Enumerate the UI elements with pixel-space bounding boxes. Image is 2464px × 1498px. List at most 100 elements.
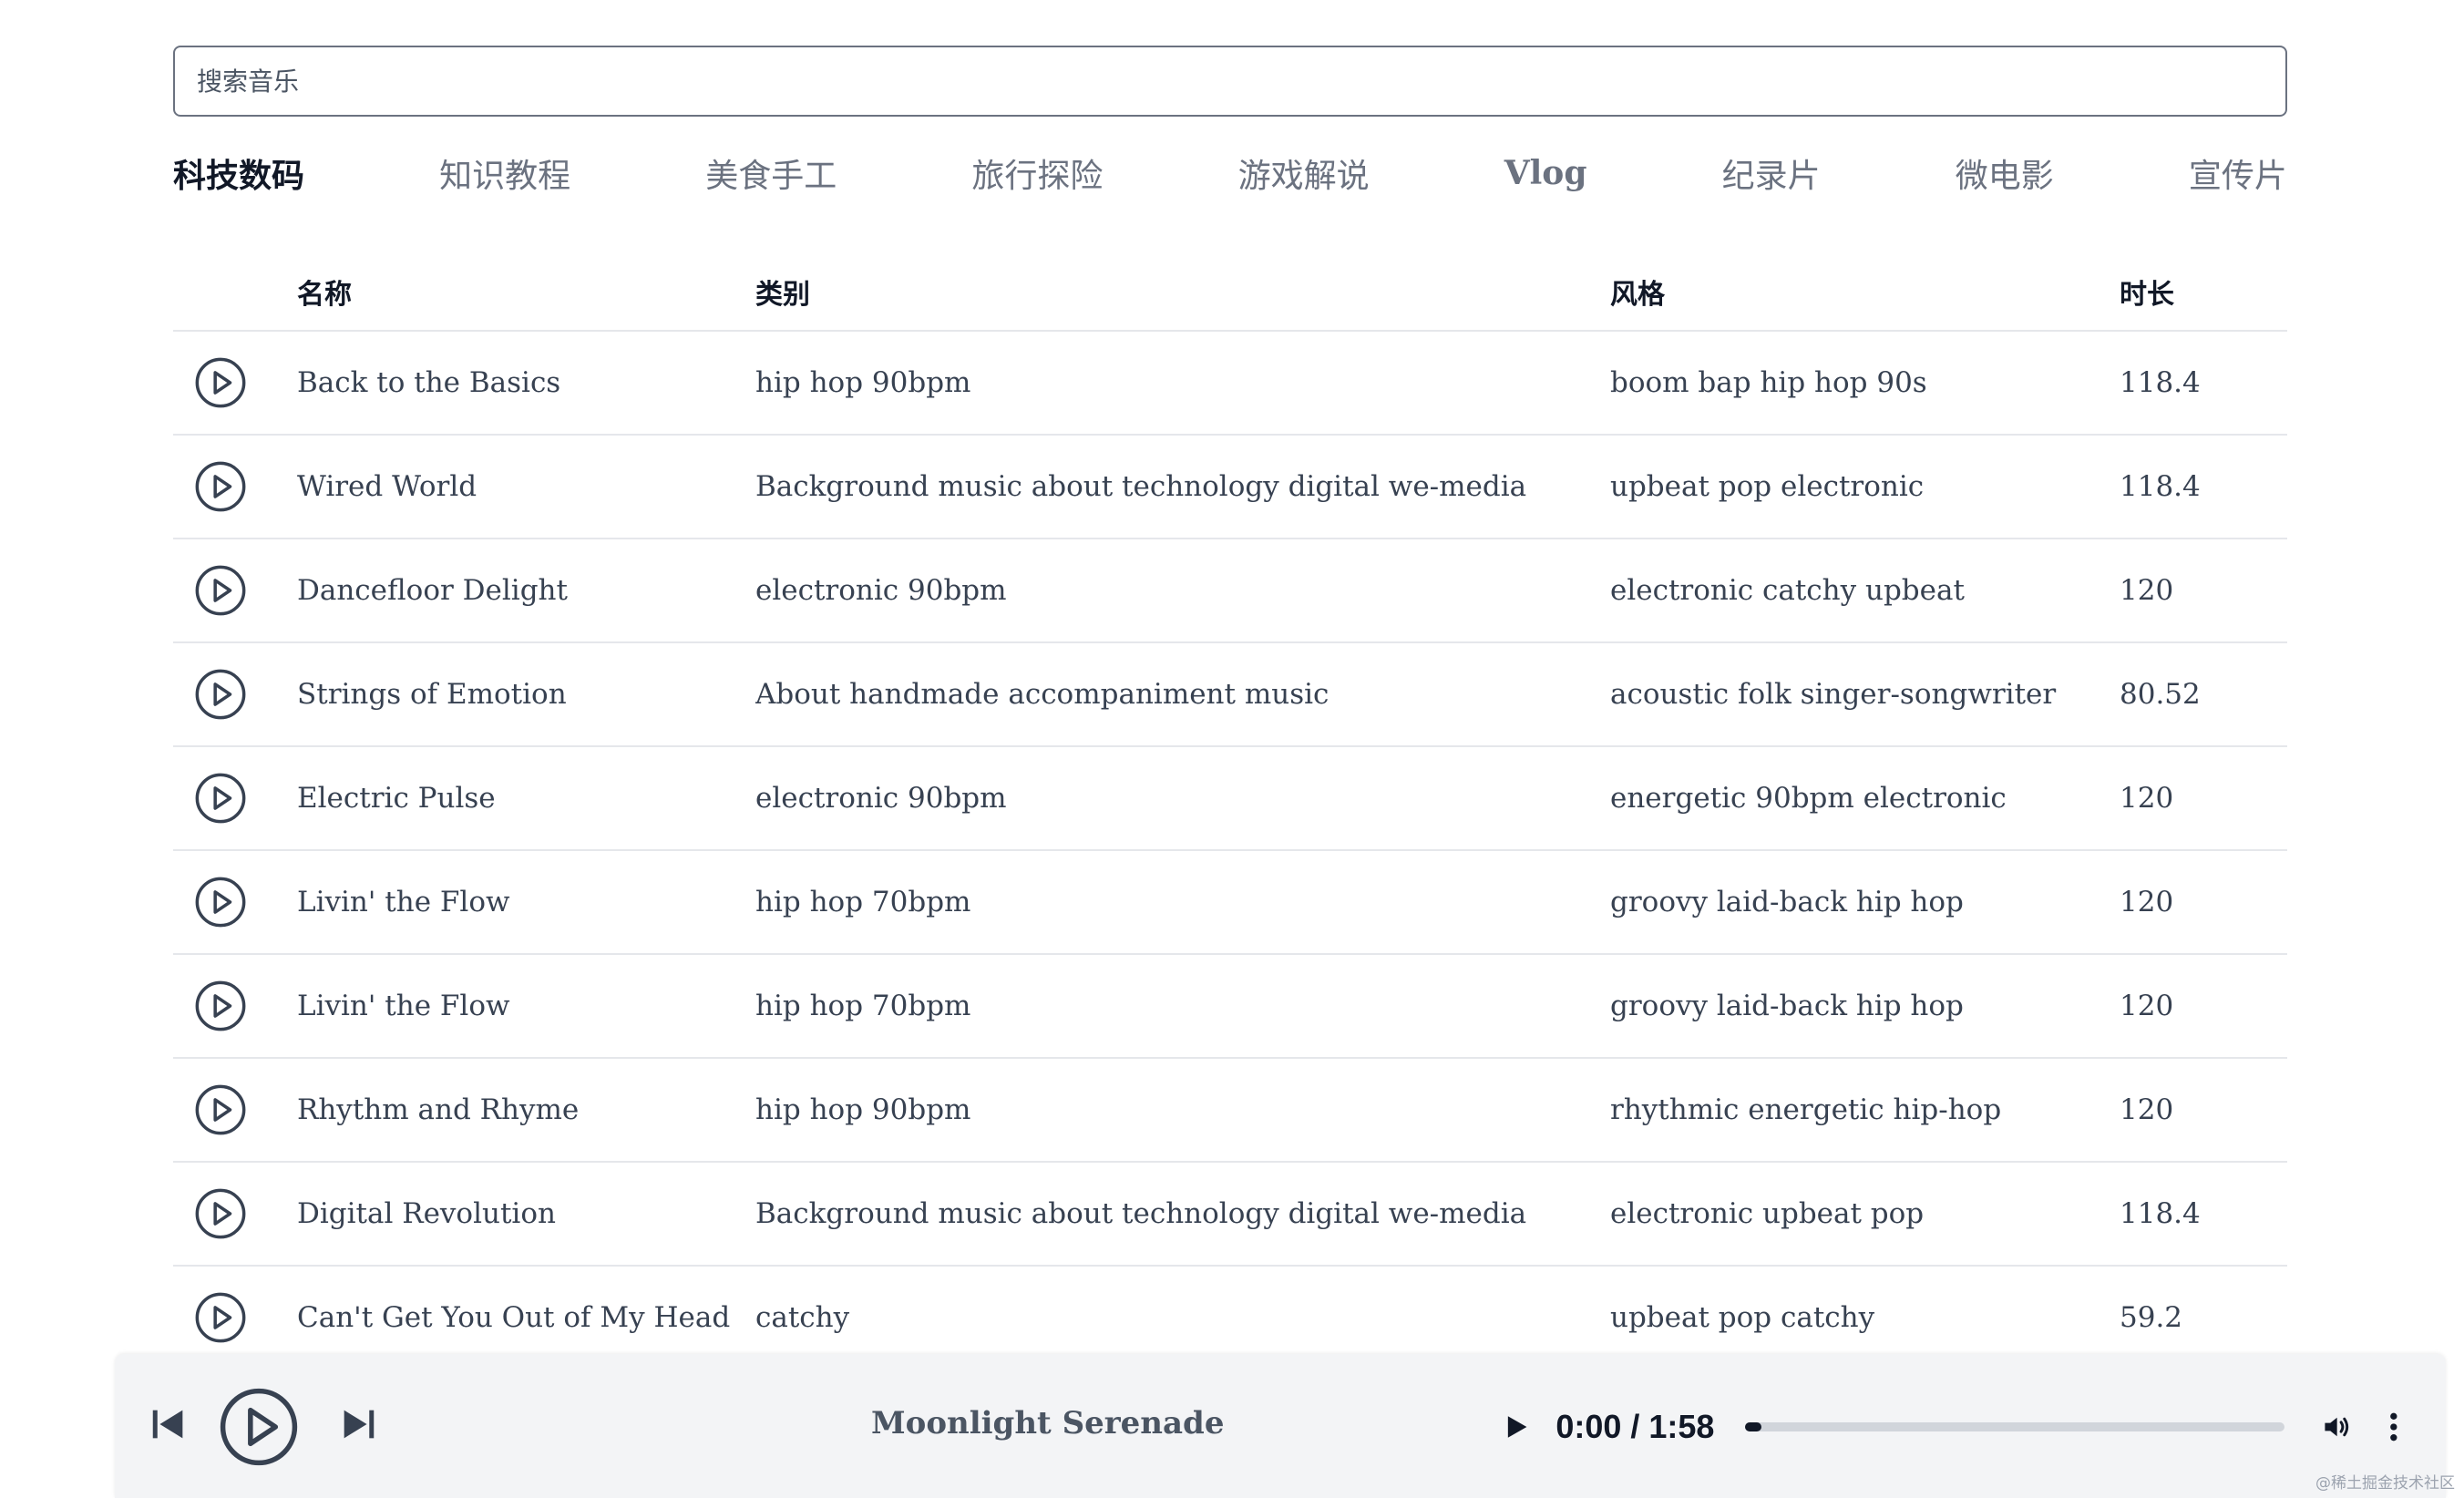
row-play-cell <box>173 980 297 1031</box>
table-row[interactable]: Electric Pulse electronic 90bpm energetic … <box>173 747 2287 851</box>
row-play-cell <box>173 669 297 720</box>
tab-documentary[interactable]: 纪录片 <box>1722 149 1821 197</box>
progress-bar[interactable] <box>1745 1422 2285 1431</box>
table-body: Back to the Basics hip hop 90bpm boom bap … <box>173 332 2287 1370</box>
audio-player-bar: Moonlight Serenade 0:00 / 1:58 <box>115 1354 2446 1498</box>
play-icon[interactable] <box>1500 1409 1532 1445</box>
track-duration: 120 <box>2120 990 2174 1022</box>
track-category: Background music about technology digita… <box>755 1197 1527 1230</box>
track-category: hip hop 90bpm <box>755 1093 971 1126</box>
music-table: 名称 类别 风格 时长 Back to the Basics hip hop 90… <box>173 253 2287 1370</box>
row-play-cell <box>173 357 297 408</box>
table-row[interactable]: Livin' the Flow hip hop 70bpm groovy laid-… <box>173 955 2287 1059</box>
more-vertical-icon[interactable] <box>2386 1409 2402 1445</box>
track-duration: 118.4 <box>2120 366 2201 399</box>
table-row[interactable]: Wired World Background music about techno… <box>173 436 2287 539</box>
row-play-cell <box>173 877 297 928</box>
table-row[interactable]: Digital Revolution Background music about… <box>173 1163 2287 1267</box>
track-category: About handmade accompaniment music <box>755 678 1330 711</box>
track-duration: 59.2 <box>2120 1301 2183 1334</box>
skip-forward-icon[interactable] <box>337 1403 379 1445</box>
track-style: groovy laid-back hip hop <box>1610 990 1964 1022</box>
tab-vlog[interactable]: Vlog <box>1504 154 1587 192</box>
play-circle-icon[interactable] <box>195 1292 246 1343</box>
watermark: @稀土掘金技术社区 <box>2315 1474 2455 1493</box>
tab-food-craft[interactable]: 美食手工 <box>705 149 837 197</box>
table-header: 名称 类别 风格 时长 <box>173 253 2287 332</box>
category-tabs: 科技数码 知识教程 美食手工 旅行探险 游戏解说 Vlog 纪录片 微电影 宣传… <box>173 146 2287 200</box>
play-circle-icon[interactable] <box>195 980 246 1031</box>
track-name: Livin' the Flow <box>297 990 510 1022</box>
header-name: 名称 <box>297 279 352 311</box>
volume-icon[interactable] <box>2321 1409 2353 1445</box>
track-duration: 120 <box>2120 782 2174 815</box>
table-row[interactable]: Livin' the Flow hip hop 70bpm groovy laid-… <box>173 851 2287 955</box>
track-style: boom bap hip hop 90s <box>1610 366 1927 399</box>
track-category: hip hop 90bpm <box>755 366 971 399</box>
track-duration: 80.52 <box>2120 678 2201 711</box>
play-circle-icon[interactable] <box>219 1387 299 1467</box>
row-play-cell <box>173 565 297 616</box>
search-input[interactable] <box>175 47 2285 115</box>
track-category: Background music about technology digita… <box>755 470 1527 503</box>
play-circle-icon[interactable] <box>195 1084 246 1135</box>
track-style: electronic catchy upbeat <box>1610 574 1965 607</box>
track-category: electronic 90bpm <box>755 782 1007 815</box>
track-category: hip hop 70bpm <box>755 886 971 918</box>
track-duration: 118.4 <box>2120 1197 2201 1230</box>
track-name: Can't Get You Out of My Head <box>297 1301 731 1334</box>
track-category: catchy <box>755 1301 850 1334</box>
tab-micro-film[interactable]: 微电影 <box>1956 149 2054 197</box>
track-category: hip hop 70bpm <box>755 990 971 1022</box>
track-name: Livin' the Flow <box>297 886 510 918</box>
play-circle-icon[interactable] <box>195 773 246 824</box>
table-row[interactable]: Strings of Emotion About handmade accompa… <box>173 643 2287 747</box>
play-circle-icon[interactable] <box>195 461 246 512</box>
row-play-cell <box>173 461 297 512</box>
tab-travel[interactable]: 旅行探险 <box>971 149 1103 197</box>
row-play-cell <box>173 1188 297 1239</box>
track-duration: 120 <box>2120 574 2174 607</box>
track-name: Wired World <box>297 470 477 503</box>
play-circle-icon[interactable] <box>195 565 246 616</box>
track-style: groovy laid-back hip hop <box>1610 886 1964 918</box>
progress-fill <box>1745 1422 1762 1431</box>
header-category: 类别 <box>755 279 810 311</box>
row-play-cell <box>173 1292 297 1343</box>
track-name: Strings of Emotion <box>297 678 567 711</box>
play-circle-icon[interactable] <box>195 669 246 720</box>
track-style: electronic upbeat pop <box>1610 1197 1925 1230</box>
track-name: Electric Pulse <box>297 782 496 815</box>
track-style: rhythmic energetic hip-hop <box>1610 1093 2002 1126</box>
track-duration: 118.4 <box>2120 470 2201 503</box>
play-circle-icon[interactable] <box>195 357 246 408</box>
row-play-cell <box>173 773 297 824</box>
track-style: upbeat pop electronic <box>1610 470 1925 503</box>
track-name: Digital Revolution <box>297 1197 556 1230</box>
track-name: Back to the Basics <box>297 366 561 399</box>
header-duration: 时长 <box>2120 279 2174 311</box>
track-duration: 120 <box>2120 1093 2174 1126</box>
tab-tutorial[interactable]: 知识教程 <box>439 149 570 197</box>
tab-gaming[interactable]: 游戏解说 <box>1238 149 1370 197</box>
table-row[interactable]: Rhythm and Rhyme hip hop 90bpm rhythmic en… <box>173 1059 2287 1163</box>
play-circle-icon[interactable] <box>195 1188 246 1239</box>
track-duration: 120 <box>2120 886 2174 918</box>
tab-tech[interactable]: 科技数码 <box>173 149 304 197</box>
track-style: upbeat pop catchy <box>1610 1301 1875 1334</box>
time-display: 0:00 / 1:58 <box>1555 1408 1715 1445</box>
track-style: acoustic folk singer-songwriter <box>1610 678 2057 711</box>
play-circle-icon[interactable] <box>195 877 246 928</box>
table-row[interactable]: Back to the Basics hip hop 90bpm boom bap … <box>173 332 2287 436</box>
header-style: 风格 <box>1610 279 1665 311</box>
search-box <box>173 46 2287 117</box>
music-app: 科技数码 知识教程 美食手工 旅行探险 游戏解说 Vlog 纪录片 微电影 宣传… <box>0 0 2464 1498</box>
skip-back-icon[interactable] <box>148 1403 190 1445</box>
now-playing-title: Moonlight Serenade <box>871 1405 1225 1442</box>
tab-promo[interactable]: 宣传片 <box>2189 149 2287 197</box>
track-category: electronic 90bpm <box>755 574 1007 607</box>
track-name: Rhythm and Rhyme <box>297 1093 580 1126</box>
table-row[interactable]: Dancefloor Delight electronic 90bpm electr… <box>173 539 2287 643</box>
audio-controls: 0:00 / 1:58 <box>1372 1390 2402 1463</box>
track-style: energetic 90bpm electronic <box>1610 782 2007 815</box>
